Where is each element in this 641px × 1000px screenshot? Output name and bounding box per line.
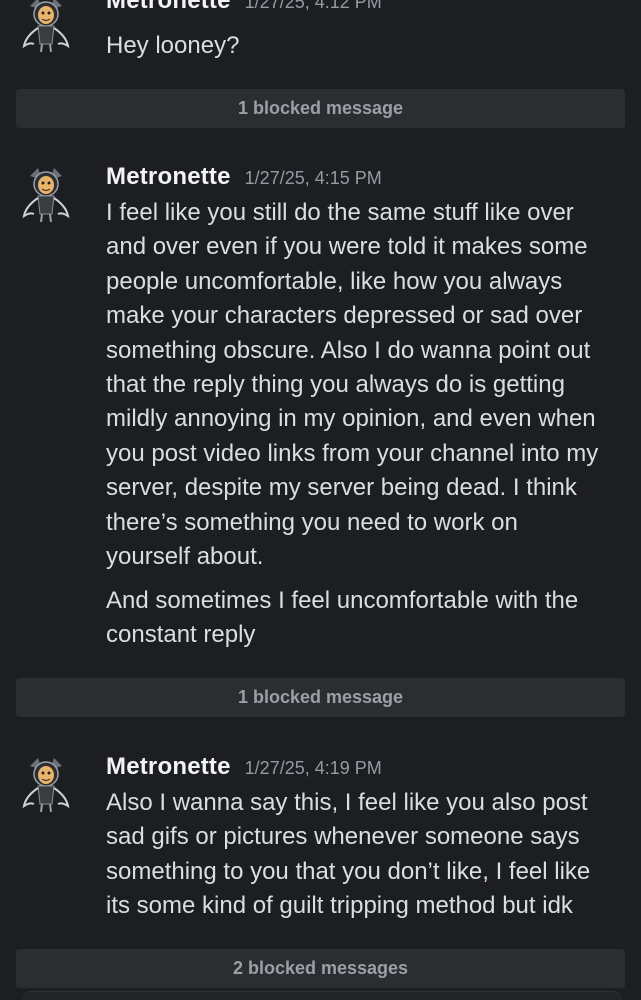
- message-line: its some kind of guilt tripping method b…: [106, 892, 573, 920]
- message-composer-edge: [22, 991, 622, 1000]
- chat-view: Metronette 1/27/25, 4:12 PM Hey looney? …: [0, 0, 641, 1000]
- blocked-messages-label: 1 blocked message: [237, 687, 404, 707]
- timestamp: 1/27/25, 4:19 PM: [244, 758, 382, 778]
- message-line: yourself about.: [106, 543, 264, 571]
- blocked-messages-button[interactable]: 1 blocked message: [16, 89, 625, 128]
- message-line: there’s something you need to work on: [106, 508, 518, 536]
- blocked-messages-label: 2 blocked messages: [232, 958, 409, 978]
- message-header: Metronette 1/27/25, 4:19 PM: [106, 753, 382, 781]
- message-line: you post video links from your channel i…: [106, 439, 599, 467]
- timestamp: 1/27/25, 4:15 PM: [244, 168, 382, 188]
- message-line: something to you that you don’t like, I …: [106, 857, 591, 885]
- message-line: mildly annoying in my opinion, and even …: [106, 405, 596, 433]
- message-line: Also I wanna say this, I feel like you a…: [106, 789, 588, 816]
- user-avatar-icon: [22, 168, 70, 223]
- message-line: something obscure. Also I do wanna point…: [106, 336, 591, 364]
- avatar[interactable]: [16, 166, 76, 226]
- blocked-messages-button[interactable]: 1 blocked message: [16, 678, 625, 717]
- message-line: server, despite my server being dead. I …: [106, 474, 577, 502]
- message-header: Metronette 1/27/25, 4:12 PM: [106, 0, 382, 15]
- message-line: I feel like you still do the same stuff …: [106, 199, 574, 226]
- message-line: constant reply: [106, 621, 256, 649]
- message-header: Metronette 1/27/25, 4:15 PM: [106, 163, 382, 191]
- avatar[interactable]: [16, 756, 76, 816]
- username[interactable]: Metronette: [106, 753, 231, 781]
- blocked-messages-label: 1 blocked message: [237, 98, 404, 118]
- username[interactable]: Metronette: [106, 0, 231, 15]
- message-line: that the reply thing you always do is ge…: [106, 371, 565, 399]
- timestamp: 1/27/25, 4:12 PM: [244, 0, 382, 12]
- message-text: Also I wanna say this, I feel like you a…: [106, 786, 626, 924]
- username[interactable]: Metronette: [106, 163, 231, 191]
- message-line: Hey looney?: [106, 32, 240, 59]
- blocked-messages-button[interactable]: 2 blocked messages: [16, 949, 625, 988]
- user-avatar-icon: [22, 758, 70, 813]
- message-line: make your characters depressed or sad ov…: [106, 302, 583, 330]
- user-avatar-icon: [22, 0, 70, 53]
- avatar[interactable]: [16, 0, 76, 56]
- message-line: and over even if you were told it makes …: [106, 233, 588, 261]
- message-text-followup: And sometimes I feel uncomfortable with …: [106, 584, 626, 653]
- message-line: people uncomfortable, like how you alway…: [106, 267, 563, 295]
- message-line: And sometimes I feel uncomfortable with …: [106, 587, 579, 614]
- message-line: sad gifs or pictures whenever someone sa…: [106, 823, 580, 851]
- message-text: I feel like you still do the same stuff …: [106, 196, 626, 574]
- message-text: Hey looney?: [106, 29, 626, 63]
